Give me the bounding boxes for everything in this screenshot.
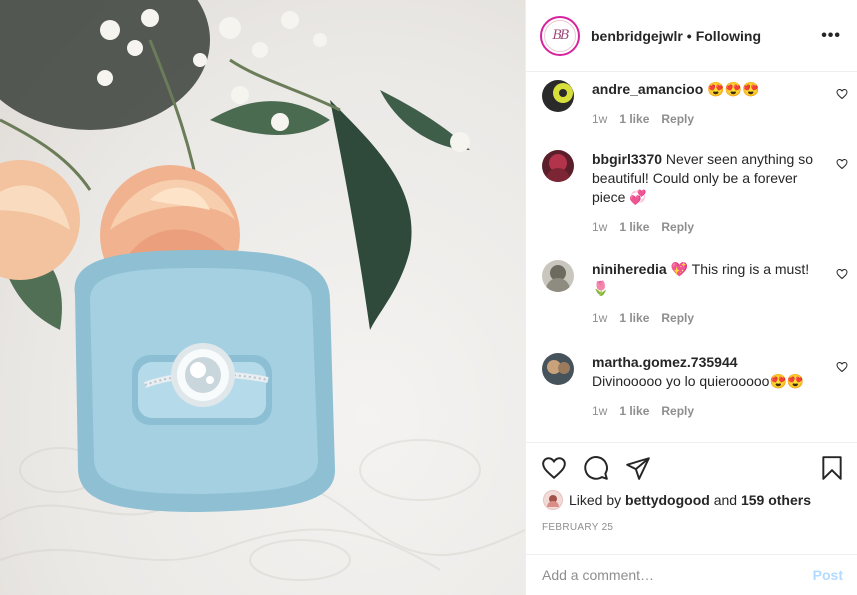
author-avatar-monogram: BB — [544, 19, 576, 52]
liked-by-conjunction: and — [713, 492, 738, 508]
header-separator: • — [686, 27, 692, 44]
comment-age[interactable]: 1w — [592, 309, 607, 328]
comment-item: bbgirl3370 Never seen anything so beauti… — [526, 150, 857, 237]
comment-item: andre_amancioo 😍😍😍 1w 1 like Reply — [526, 80, 857, 129]
post-actions: Liked by bettydogood and 159 others FEBR… — [526, 442, 857, 554]
post-side-panel: BB benbridgejwlr • Following ••• andre_a… — [525, 0, 857, 595]
more-options-icon[interactable]: ••• — [821, 27, 841, 45]
comment-heart-icon[interactable] — [836, 361, 848, 373]
author-avatar[interactable]: BB — [540, 15, 580, 56]
author-username[interactable]: benbridgejwlr — [591, 28, 683, 44]
comment-input[interactable] — [542, 567, 813, 583]
commenter-avatar[interactable] — [542, 260, 574, 292]
reply-button[interactable]: Reply — [661, 218, 694, 237]
comment-item: martha.gomez.735944 Divinooooo yo lo qui… — [526, 353, 857, 421]
comment-text: 😍😍😍 — [707, 81, 760, 97]
post-header: BB benbridgejwlr • Following ••• — [526, 0, 857, 72]
following-button[interactable]: Following — [696, 28, 761, 44]
bookmark-icon[interactable] — [819, 455, 845, 481]
comment-text: Divinooooo yo lo quierooooo😍😍 — [592, 373, 805, 389]
liker-username[interactable]: bettydogood — [625, 492, 710, 508]
comment-like-count[interactable]: 1 like — [619, 110, 649, 129]
comment-icon[interactable] — [583, 455, 609, 481]
commenter-avatar[interactable] — [542, 150, 574, 182]
comment-like-count[interactable]: 1 like — [619, 218, 649, 237]
comment-like-count[interactable]: 1 like — [619, 309, 649, 328]
comment-item: niniheredia 💖 This ring is a must! 🌷 1w … — [526, 260, 857, 328]
commenter-avatar[interactable] — [542, 353, 574, 385]
reply-button[interactable]: Reply — [661, 402, 694, 421]
share-icon[interactable] — [625, 455, 651, 481]
comment-age[interactable]: 1w — [592, 110, 607, 129]
commenter-avatar[interactable] — [542, 80, 574, 112]
comment-username[interactable]: martha.gomez.735944 — [592, 354, 738, 370]
comment-username[interactable]: andre_amancioo — [592, 81, 703, 97]
reply-button[interactable]: Reply — [661, 309, 694, 328]
comments-list[interactable]: andre_amancioo 😍😍😍 1w 1 like Reply bbgir… — [526, 72, 857, 442]
comment-age[interactable]: 1w — [592, 218, 607, 237]
heart-icon[interactable] — [541, 455, 567, 481]
post-photo[interactable] — [0, 0, 525, 595]
comment-username[interactable]: niniheredia — [592, 261, 667, 277]
comment-heart-icon[interactable] — [836, 88, 848, 100]
comment-age[interactable]: 1w — [592, 402, 607, 421]
instagram-post: BB benbridgejwlr • Following ••• andre_a… — [0, 0, 857, 595]
add-comment-bar: Post — [526, 554, 857, 595]
likes-count-link[interactable]: 159 others — [741, 492, 811, 508]
comment-heart-icon[interactable] — [836, 268, 848, 280]
post-comment-button[interactable]: Post — [813, 567, 843, 583]
liker-avatar[interactable] — [543, 490, 563, 510]
liked-by-row: Liked by bettydogood and 159 others — [543, 490, 811, 510]
reply-button[interactable]: Reply — [661, 110, 694, 129]
comment-heart-icon[interactable] — [836, 158, 848, 170]
comment-username[interactable]: bbgirl3370 — [592, 151, 662, 167]
post-date[interactable]: FEBRUARY 25 — [542, 522, 613, 533]
liked-by-prefix: Liked by — [569, 492, 622, 508]
comment-like-count[interactable]: 1 like — [619, 402, 649, 421]
ring-photo-illustration — [0, 0, 525, 581]
